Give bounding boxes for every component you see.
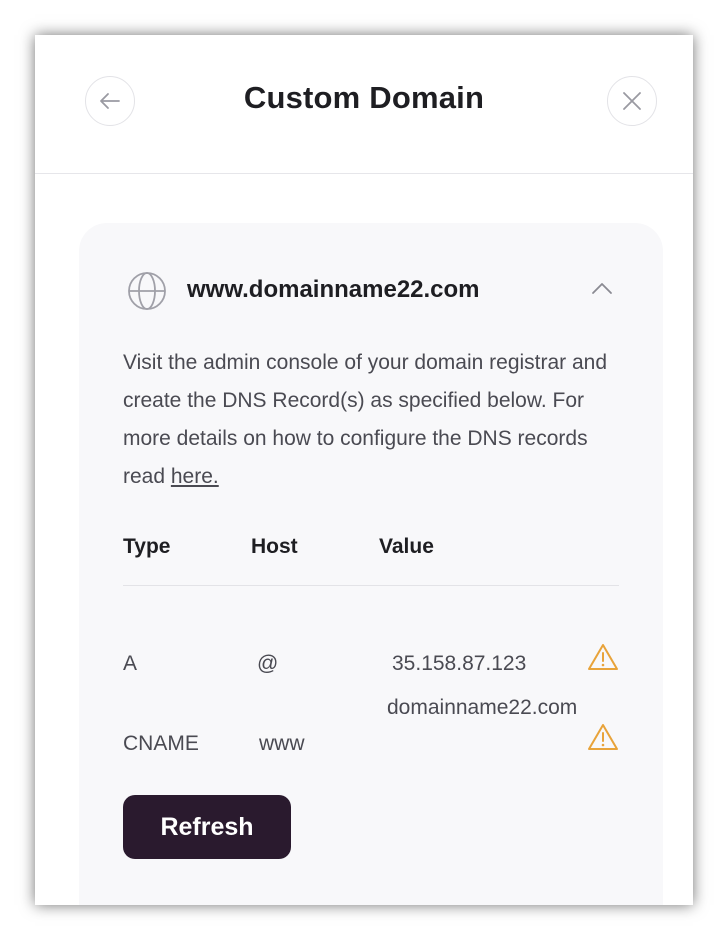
domain-card: www.domainname22.com Visit the admin con… (79, 223, 663, 905)
domain-name: www.domainname22.com (187, 276, 480, 303)
docs-link[interactable]: here. (171, 465, 219, 488)
globe-icon (128, 272, 166, 310)
dns-row-1-value: 35.158.87.123 (392, 652, 527, 675)
instructions-text: Visit the admin console of your domain r… (123, 344, 623, 496)
refresh-button[interactable]: Refresh (123, 795, 291, 859)
column-header-value: Value (379, 535, 434, 558)
close-button[interactable] (607, 76, 657, 126)
dialog-title: Custom Domain (243, 80, 485, 115)
warning-icon[interactable] (587, 643, 619, 671)
custom-domain-dialog: Custom Domain www.domainname22.com Visit… (35, 35, 693, 905)
table-divider (123, 585, 619, 586)
dns-row-2-type: CNAME (123, 732, 199, 755)
dialog-header: Custom Domain (35, 35, 693, 174)
chevron-up-icon[interactable] (591, 281, 613, 295)
column-header-type: Type (123, 535, 171, 558)
warning-icon[interactable] (587, 723, 619, 751)
close-icon (623, 92, 641, 110)
column-header-host: Host (251, 535, 298, 558)
dns-row-1-type: A (123, 652, 138, 675)
dns-row-1-host: @ (257, 652, 279, 675)
dns-row-2-host: www (259, 732, 305, 755)
dns-row-2-value: domainname22.com (387, 696, 578, 719)
